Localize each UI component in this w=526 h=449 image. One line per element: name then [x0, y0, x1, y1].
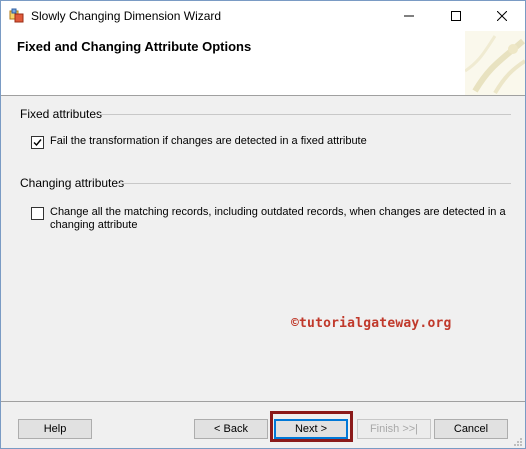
finish-button: Finish >>|	[357, 419, 431, 439]
changing-attributes-divider	[118, 183, 511, 184]
change-all-records-checkbox[interactable]	[31, 207, 44, 220]
fixed-attributes-group-label: Fixed attributes	[20, 107, 103, 121]
close-icon	[497, 11, 507, 21]
title-bar[interactable]: Slowly Changing Dimension Wizard	[1, 1, 525, 31]
checkmark-icon	[33, 139, 42, 147]
minimize-icon	[404, 15, 414, 17]
cancel-button[interactable]: Cancel	[434, 419, 508, 439]
app-icon	[9, 8, 24, 23]
help-button[interactable]: Help	[18, 419, 92, 439]
fail-on-fixed-change-label: Fail the transformation if changes are d…	[50, 135, 367, 147]
wizard-window: Slowly Changing Dimension Wizard Fixed a…	[0, 0, 526, 449]
fail-on-fixed-change-checkbox[interactable]	[31, 136, 44, 149]
changing-attributes-group-label: Changing attributes	[20, 176, 125, 190]
next-button[interactable]: Next >	[274, 419, 348, 439]
wizard-header: Fixed and Changing Attribute Options	[1, 31, 525, 96]
wizard-footer: Help < Back Next > Finish >>| Cancel	[1, 401, 525, 448]
window-title: Slowly Changing Dimension Wizard	[31, 9, 222, 23]
change-all-records-label-line1: Change all the matching records, includi…	[50, 206, 506, 218]
maximize-button[interactable]	[433, 1, 479, 31]
change-all-records-label-line2: changing attribute	[50, 219, 138, 231]
minimize-button[interactable]	[386, 1, 432, 31]
change-all-records-label: Change all the matching records, includi…	[50, 206, 506, 232]
maximize-icon	[451, 11, 461, 21]
fixed-attributes-divider	[99, 114, 511, 115]
fail-on-fixed-change-option[interactable]: Fail the transformation if changes are d…	[31, 135, 367, 149]
change-all-records-option[interactable]: Change all the matching records, includi…	[31, 206, 506, 232]
header-decoration-icon	[465, 31, 525, 95]
close-button[interactable]	[479, 1, 525, 31]
back-button[interactable]: < Back	[194, 419, 268, 439]
page-title: Fixed and Changing Attribute Options	[17, 39, 252, 54]
watermark-text: ©tutorialgateway.org	[291, 316, 452, 331]
resize-grip-icon[interactable]	[513, 437, 523, 447]
wizard-body: Fixed attributes Fail the transformation…	[1, 96, 525, 401]
